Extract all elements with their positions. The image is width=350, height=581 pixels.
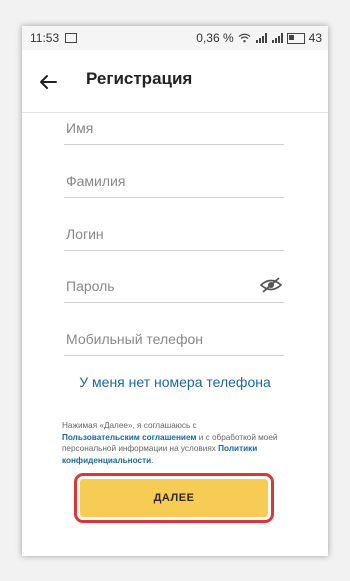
phone-screen: 11:53 0,36 % 43 Регистрация Имя Фамилия … [22,26,328,556]
consent-text: Нажимая «Далее», я соглашаюсь с Пользова… [62,420,290,466]
next-button[interactable]: ДАЛЕЕ [80,479,268,517]
battery-level: 43 [308,31,322,45]
login-input[interactable] [64,220,286,248]
first-name-input[interactable] [64,114,286,142]
status-right: 0,36 % 43 [192,31,322,45]
battery-icon [286,32,305,44]
image-icon [65,33,78,43]
last-name-input[interactable] [64,167,286,195]
first-name-field[interactable] [64,114,286,145]
status-time: 11:53 [30,31,60,45]
wifi-icon [238,33,251,43]
no-phone-link[interactable]: У меня нет номера телефона [22,374,328,390]
eye-off-icon[interactable] [259,276,283,294]
signal-icon-2 [271,33,283,43]
signal-icon [255,33,267,43]
last-name-field[interactable] [64,167,286,198]
app-bar: Регистрация [22,50,328,113]
status-bar: 11:53 0,36 % 43 [22,26,328,50]
login-field[interactable] [64,220,286,251]
page-title: Регистрация [86,69,193,88]
password-input[interactable] [64,272,256,300]
data-speed: 0,36 % [196,31,234,45]
consent-text-3: . [151,455,154,465]
consent-text-1: Нажимая «Далее», я соглашаюсь с [62,421,197,430]
phone-field[interactable] [64,325,286,356]
phone-input[interactable] [64,325,286,353]
arrow-back-icon[interactable] [36,70,60,94]
password-field[interactable] [64,272,284,303]
user-agreement-link[interactable]: Пользовательским соглашением [62,433,196,442]
